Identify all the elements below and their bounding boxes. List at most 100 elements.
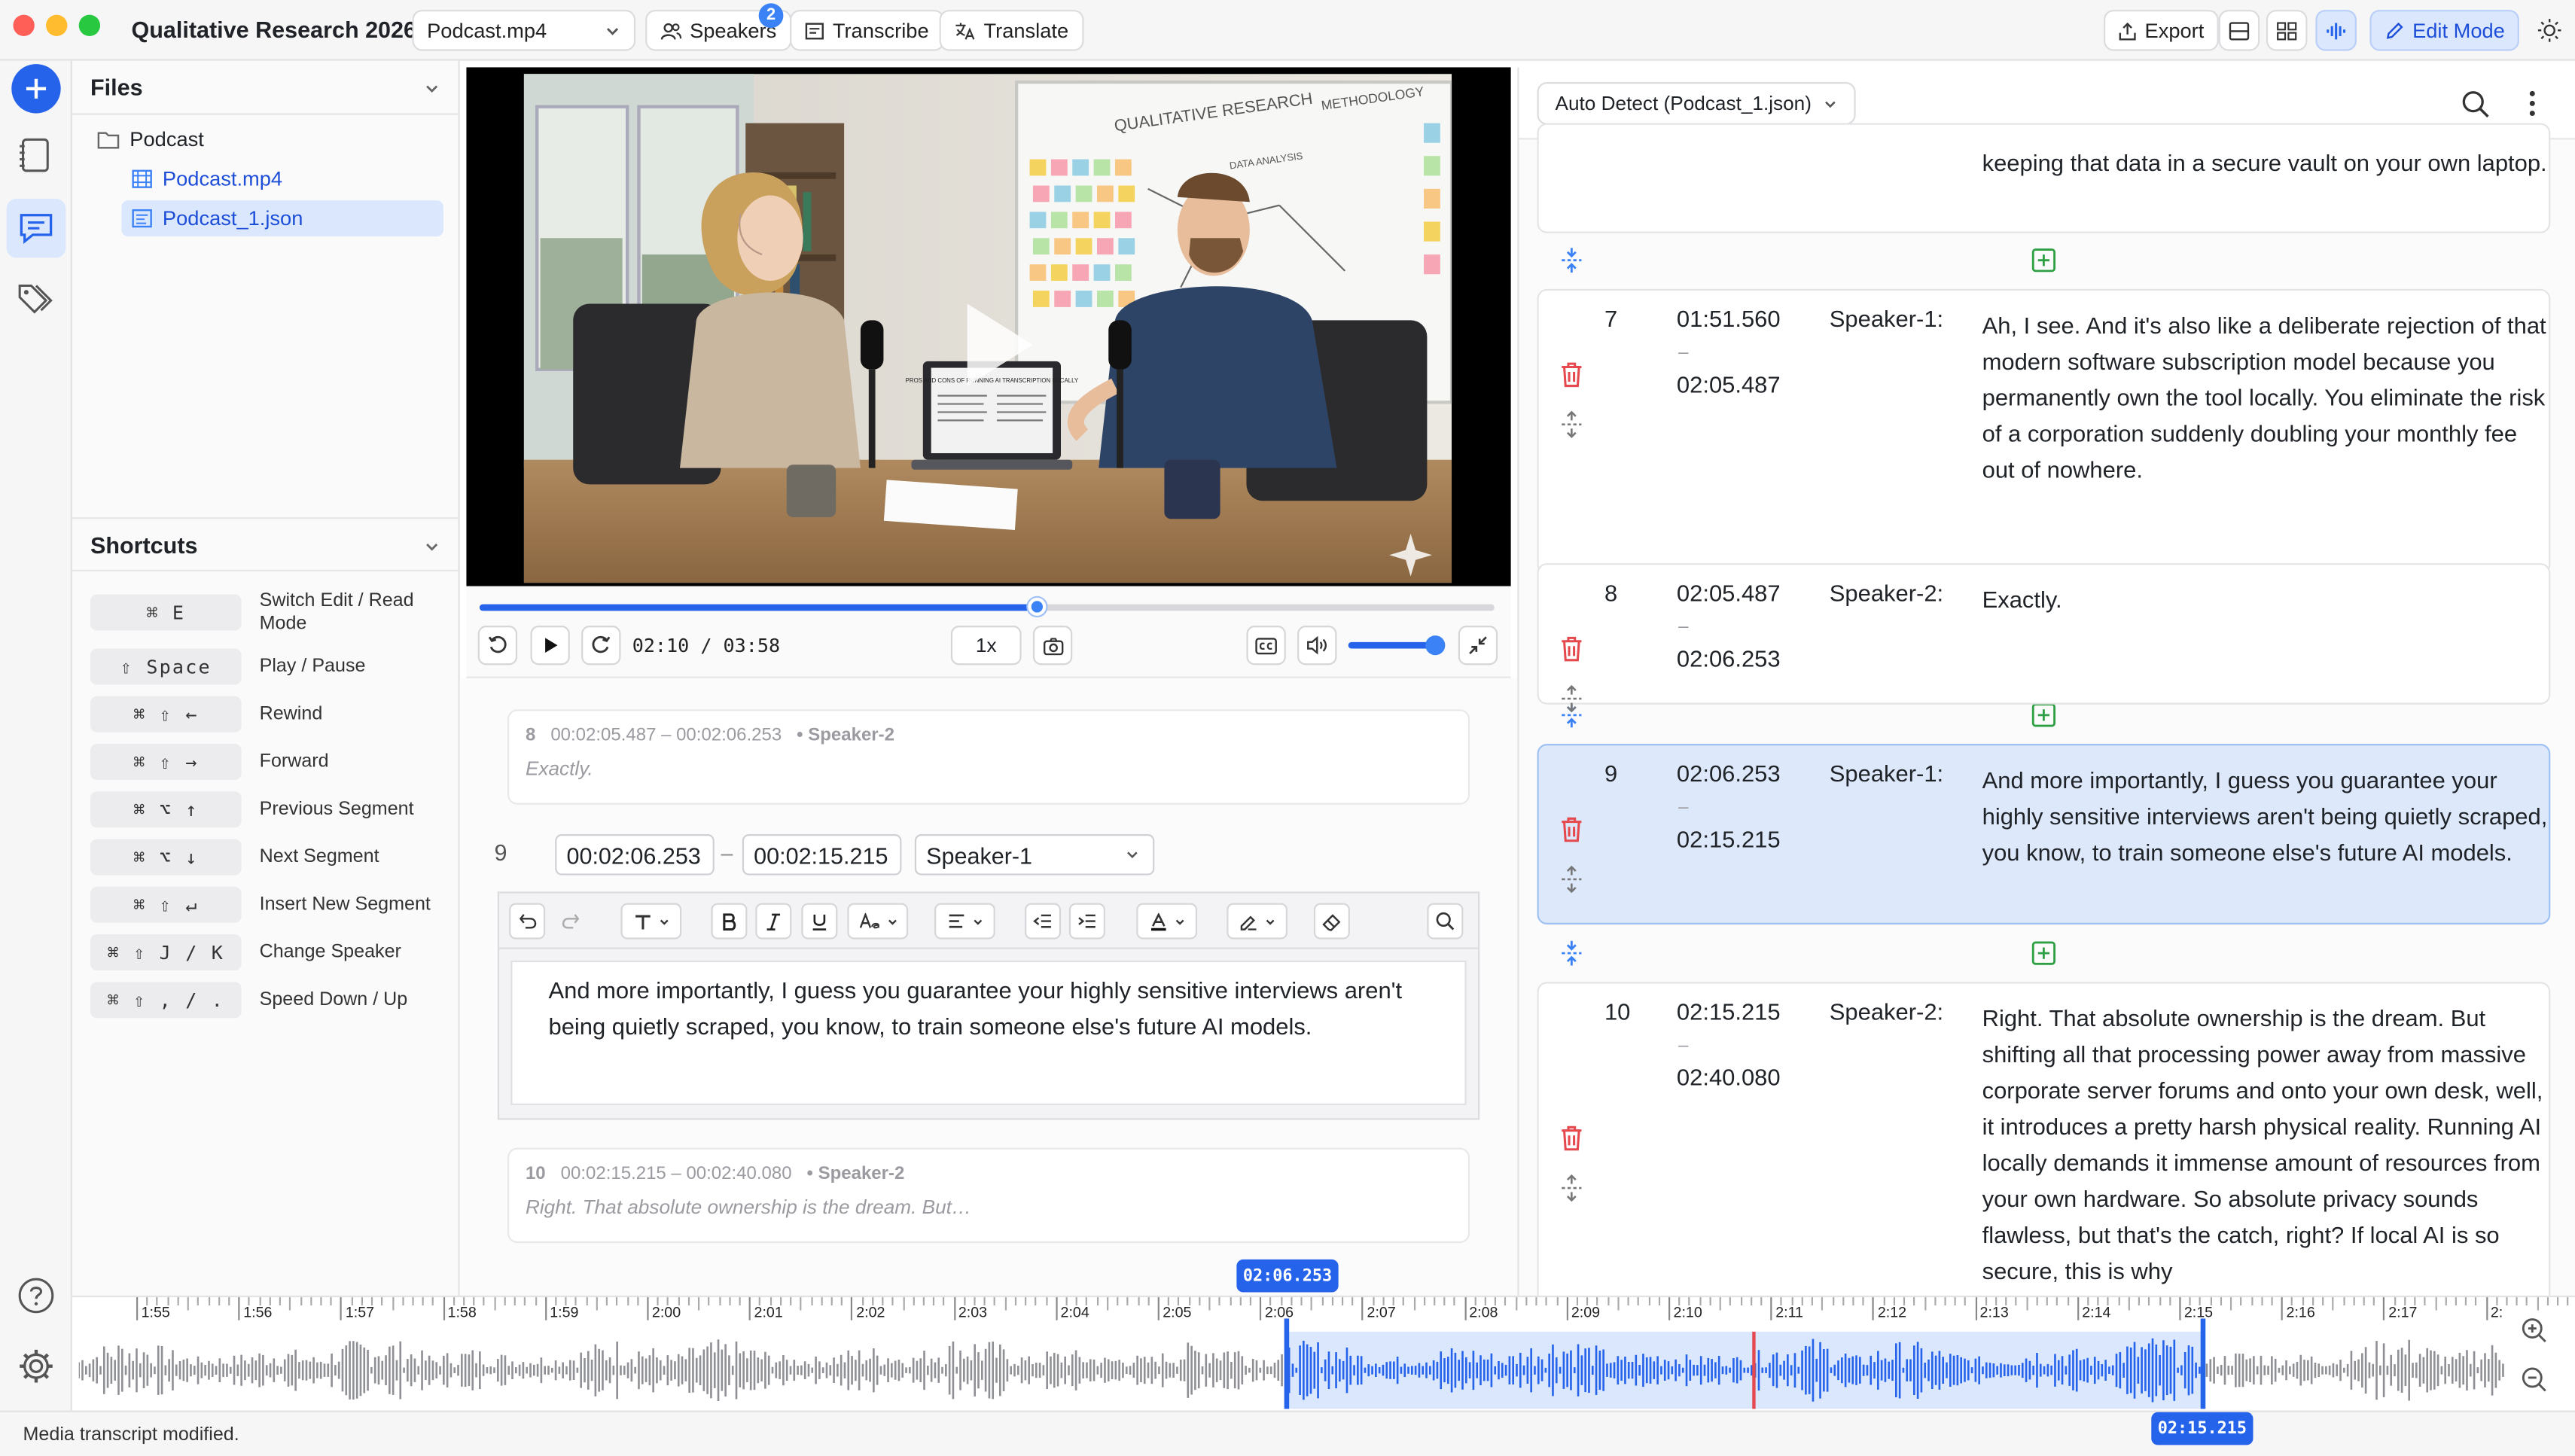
transcript-row-6[interactable]: keeping that data in a secure vault on y… [1537, 123, 2551, 233]
minor-tick [994, 1297, 996, 1305]
minor-tick [381, 1297, 383, 1305]
text-style-dropdown[interactable] [620, 903, 682, 940]
file-item-podcast-mp4[interactable]: Podcast.mp4 [131, 161, 282, 197]
delete-segment-button[interactable] [1560, 635, 1583, 662]
delete-segment-button[interactable] [1560, 816, 1583, 842]
delete-segment-button[interactable] [1560, 1125, 1583, 1151]
minor-tick [1954, 1297, 1957, 1305]
tick-label: 2:12 [1877, 1303, 1907, 1320]
zoom-in-button[interactable] [2521, 1317, 2547, 1343]
highlight-dropdown[interactable] [1227, 903, 1288, 940]
translate-button[interactable]: Translate [939, 10, 1083, 51]
waveform-toggle-button[interactable] [2315, 10, 2357, 51]
playhead[interactable] [1752, 1331, 1756, 1409]
transcript-row[interactable]: 8 02:05.487 – 02:06.253 Speaker-2: Exactly. [1537, 563, 2551, 713]
zoom-window-button[interactable] [78, 14, 101, 36]
volume-button[interactable] [1297, 626, 1337, 666]
more-options-button[interactable] [2529, 90, 2536, 117]
undo-button[interactable] [509, 903, 546, 940]
tick-label: 1:57 [345, 1303, 375, 1320]
theme-toggle-button[interactable] [2537, 18, 2562, 43]
italic-button[interactable] [755, 903, 792, 940]
volume-slider[interactable] [1348, 635, 1446, 656]
export-button[interactable]: Export [2104, 10, 2219, 51]
selection-start-handle[interactable] [1284, 1318, 1290, 1409]
transcript-row[interactable]: 7 01:51.560 – 02:05.487 Speaker-1: Ah, I see.… [1537, 288, 2551, 575]
video-player[interactable]: QUALITATIVE RESEARCH METHODOLOGY DATA AN… [466, 67, 1511, 586]
outdent-button[interactable] [1025, 903, 1062, 940]
minor-tick [2220, 1297, 2222, 1305]
volume-thumb[interactable] [1425, 635, 1446, 656]
minor-tick [279, 1297, 282, 1305]
help-button[interactable] [18, 1278, 54, 1314]
clear-format-button[interactable] [1313, 903, 1350, 940]
next-segment-card[interactable]: 10 00:02:15.215 – 00:02:40.080 • Speaker… [507, 1147, 1470, 1244]
files-panel: Files Podcast Podcast.mp4 Podcast_1.json… [72, 60, 460, 1411]
close-window-button[interactable] [13, 14, 35, 36]
tags-nav-button[interactable] [17, 281, 56, 317]
seek-thumb[interactable] [1028, 597, 1047, 616]
files-title: Files [90, 74, 143, 101]
play-button[interactable] [530, 626, 570, 666]
segment-end-input[interactable]: 00:02:15.215 [742, 834, 902, 876]
row-time-dash: – [1678, 343, 1689, 364]
sticky-note [1093, 159, 1111, 176]
settings-button[interactable] [18, 1348, 54, 1384]
transcripts-nav-button[interactable] [6, 198, 66, 258]
insert-segment-button[interactable] [2031, 248, 2056, 273]
zoom-out-button[interactable] [2521, 1366, 2547, 1393]
transcript-row[interactable]: 10 02:15.215 – 02:40.080 Speaker-2: Right. Th… [1537, 982, 2551, 1296]
captions-button[interactable] [1246, 626, 1286, 666]
find-button[interactable] [1427, 903, 1464, 940]
font-size-dropdown[interactable] [847, 903, 909, 940]
segment-text-area[interactable]: And more importantly, I guess you guaran… [510, 960, 1467, 1105]
shortcuts-header[interactable]: Shortcuts [72, 517, 460, 572]
selection-end-handle[interactable] [2200, 1318, 2206, 1409]
edit-mode-button[interactable]: Edit Mode [2369, 10, 2520, 51]
delete-segment-button[interactable] [1560, 361, 1583, 388]
video-controls: 02:10 / 03:58 1x [466, 586, 1511, 678]
source-select[interactable]: Auto Detect (Podcast_1.json) [1537, 82, 1856, 125]
search-button[interactable] [2461, 90, 2489, 118]
exit-fullscreen-button[interactable] [1458, 626, 1498, 666]
indent-button[interactable] [1068, 903, 1105, 940]
snapshot-button[interactable] [1032, 626, 1073, 666]
merge-segments-button[interactable] [1559, 246, 1585, 274]
tick-mark [443, 1297, 445, 1320]
file-item-podcast-json[interactable]: Podcast_1.json [131, 200, 303, 236]
layout-split-button[interactable] [2218, 10, 2260, 51]
split-segment-button[interactable] [1560, 1174, 1583, 1202]
transcribe-button[interactable]: Transcribe [790, 10, 944, 51]
segment-start-input[interactable]: 00:02:06.253 [555, 834, 715, 876]
media-select[interactable]: Podcast.mp4 [412, 10, 636, 51]
seek-track[interactable] [479, 597, 1495, 616]
trash-icon [1562, 817, 1582, 842]
merge-segments-button[interactable] [1559, 940, 1585, 967]
add-button[interactable] [11, 64, 61, 114]
split-segment-button[interactable] [1560, 865, 1583, 894]
shortcut-row: ⌘ E Switch Edit / Read Mode [90, 591, 460, 634]
plus-icon [25, 78, 48, 101]
insert-segment-button[interactable] [2031, 703, 2056, 728]
tick-label: 2:13 [1979, 1303, 2009, 1320]
align-dropdown[interactable] [934, 903, 995, 940]
bold-button[interactable] [711, 903, 748, 940]
waveform-timeline[interactable]: 1:55 1:56 1:57 1:58 1:59 2:00 2:01 2:02 2:03 2:04… [72, 1295, 2575, 1411]
folder-podcast[interactable]: Podcast [97, 121, 204, 157]
rewind-button[interactable] [477, 626, 518, 666]
split-segment-button[interactable] [1560, 684, 1583, 713]
speaker-select[interactable]: Speaker-1 [914, 834, 1155, 876]
insert-segment-button[interactable] [2031, 941, 2056, 966]
documents-nav-button[interactable] [17, 136, 53, 175]
files-header[interactable]: Files [72, 61, 460, 115]
layout-grid-button[interactable] [2266, 10, 2308, 51]
forward-button[interactable] [581, 626, 621, 666]
transcript-row[interactable]: 9 02:06.253 – 02:15.215 Speaker-1: And more i… [1537, 744, 2551, 924]
speed-button[interactable]: 1x [950, 626, 1022, 666]
text-color-dropdown[interactable] [1136, 903, 1198, 940]
split-segment-button[interactable] [1560, 410, 1583, 439]
redo-icon[interactable] [562, 913, 580, 930]
minimize-window-button[interactable] [46, 14, 68, 36]
prev-segment-card[interactable]: 8 00:02:05.487 – 00:02:06.253 • Speaker-… [507, 709, 1470, 805]
underline-button[interactable] [801, 903, 838, 940]
